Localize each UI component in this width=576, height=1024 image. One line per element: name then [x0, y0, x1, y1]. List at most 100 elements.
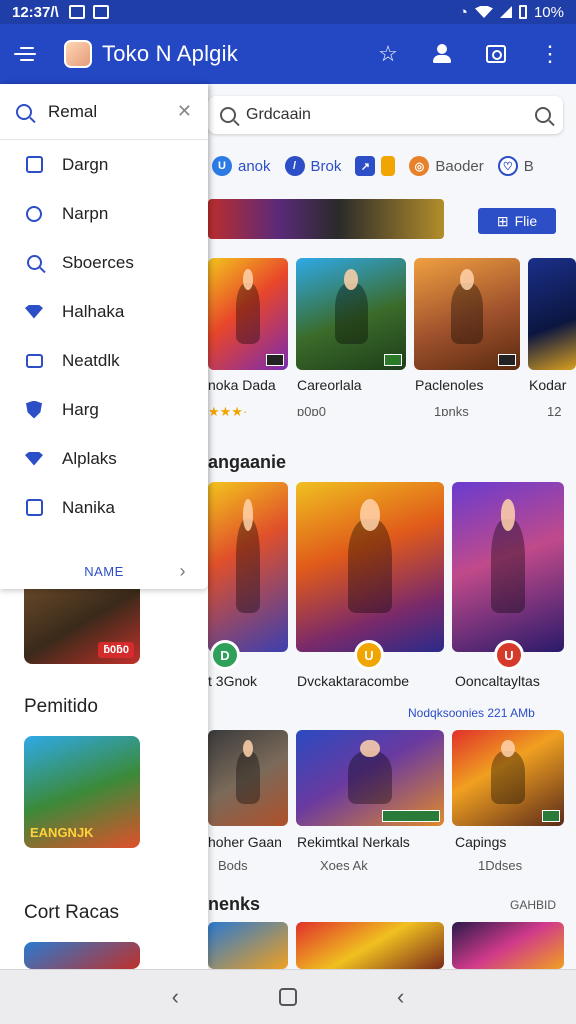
- camera-icon[interactable]: [484, 42, 508, 66]
- drawer-item-label: Sboerces: [62, 252, 134, 272]
- more-options-icon[interactable]: ⋮: [538, 41, 562, 66]
- drawer-item[interactable]: Harg: [0, 385, 208, 434]
- square-icon: [24, 498, 44, 518]
- game-tile[interactable]: [296, 922, 444, 969]
- chip-icon: /: [284, 156, 305, 176]
- game-tile[interactable]: [452, 730, 564, 826]
- shield-icon: [24, 400, 44, 420]
- status-time: 12:37/\: [12, 3, 59, 21]
- gem-icon: [24, 449, 44, 469]
- drawer-section-title: Cort Racas: [24, 902, 120, 923]
- app-title: Toko N Aplgik: [102, 41, 238, 66]
- game-tile[interactable]: [208, 730, 288, 826]
- game-tile[interactable]: [208, 482, 288, 652]
- drawer-game-tile[interactable]: ƃ0ƃ0: [24, 582, 140, 664]
- game-title[interactable]: Rekimtkal Nerkals: [297, 834, 410, 850]
- filter-label: Flie: [514, 213, 538, 229]
- game-title[interactable]: Ooncaltayltas: [455, 673, 540, 689]
- drawer-tile-caption: EANGNJK: [30, 825, 94, 840]
- drawer-item[interactable]: Neatdlk: [0, 336, 208, 385]
- section-title: nenks: [208, 894, 261, 914]
- signal-icon: [499, 6, 512, 18]
- square-icon: [24, 155, 44, 175]
- drawer-item-label: Nanika: [62, 497, 115, 517]
- drawer-item-label: Narpn: [62, 203, 109, 223]
- chip-icon: ◎: [409, 156, 430, 176]
- game-tile[interactable]: [452, 922, 564, 969]
- promo-banner[interactable]: [208, 199, 444, 239]
- back-button[interactable]: ‹: [172, 984, 179, 1010]
- filter-button[interactable]: ⊞ Flie: [478, 208, 556, 234]
- game-tile[interactable]: [208, 258, 288, 370]
- rating-stars: ★★★·: [208, 404, 248, 419]
- search-bar[interactable]: Grdcaain: [208, 96, 563, 134]
- drawer-game-tile[interactable]: [24, 942, 140, 969]
- search-icon: [220, 107, 236, 123]
- game-tile[interactable]: [296, 482, 444, 652]
- search-icon: [24, 253, 44, 273]
- drawer-item[interactable]: Halhaka: [0, 287, 208, 336]
- home-button[interactable]: [279, 988, 297, 1006]
- chip[interactable]: / Brok: [284, 156, 341, 176]
- drawer-item[interactable]: Nanika: [0, 483, 208, 532]
- see-more-link[interactable]: Nodqksoonies 221 AMb: [408, 706, 535, 720]
- game-title[interactable]: Paclenoles: [415, 377, 484, 393]
- category-chips: Uanok / Brok ↗ ◎ Baoder ♡ B: [212, 156, 534, 176]
- game-title[interactable]: noka Dada: [208, 377, 276, 393]
- star-icon[interactable]: ☆: [376, 41, 400, 66]
- chip-icon: ↗: [355, 156, 376, 176]
- game-title[interactable]: hoher Gaan: [208, 834, 282, 850]
- drawer-item[interactable]: Narpn: [0, 189, 208, 238]
- recents-button[interactable]: ‹: [397, 984, 404, 1010]
- drawer-footer-label: NAME: [84, 564, 124, 579]
- account-icon[interactable]: [430, 42, 454, 66]
- search-input[interactable]: Grdcaain: [246, 106, 311, 124]
- alarm-icon: ◔: [458, 3, 468, 21]
- drawer-item-label: Harg: [62, 399, 99, 419]
- install-icon[interactable]: D: [210, 640, 240, 670]
- search-submit-icon[interactable]: [535, 107, 551, 123]
- game-tile[interactable]: [208, 922, 288, 969]
- game-title[interactable]: Careorlala: [297, 377, 362, 393]
- drawer-item[interactable]: Dargn: [0, 140, 208, 189]
- close-icon[interactable]: ✕: [177, 101, 192, 122]
- game-title[interactable]: Dvckaktaracombe: [297, 673, 409, 689]
- game-title[interactable]: t 3Gnok: [208, 673, 257, 689]
- game-tile[interactable]: [296, 730, 444, 826]
- game-title[interactable]: Capings: [455, 834, 506, 850]
- drawer-tile-badge: ƃ0ƃ0: [98, 642, 134, 658]
- chip[interactable]: ♡ B: [497, 156, 534, 176]
- drawer-item-label: Neatdlk: [62, 350, 120, 370]
- game-tile[interactable]: [296, 258, 406, 370]
- game-meta: 1Ddses: [478, 858, 523, 873]
- menu-back-icon[interactable]: [14, 46, 36, 62]
- drawer-footer[interactable]: NAME ›: [0, 561, 208, 581]
- install-icon[interactable]: U: [494, 640, 524, 670]
- notification-icon: [68, 5, 85, 19]
- chevron-right-icon: ›: [179, 561, 186, 581]
- chip[interactable]: ◎ Baoder: [409, 156, 484, 176]
- battery-level: 10%: [533, 3, 564, 21]
- chip-icon: ♡: [497, 156, 518, 176]
- chip[interactable]: Uanok: [212, 156, 271, 176]
- see-all-link[interactable]: GAHBID: [510, 898, 556, 912]
- game-title[interactable]: Kodar: [529, 377, 566, 393]
- chip-label: Baoder: [435, 157, 484, 175]
- mail-icon: [92, 5, 109, 19]
- install-icon[interactable]: U: [354, 640, 384, 670]
- drawer-item[interactable]: Alplaks: [0, 434, 208, 483]
- game-meta: Xoes Ak: [320, 858, 368, 873]
- gem-icon: [24, 302, 44, 322]
- game-tile[interactable]: [452, 482, 564, 652]
- drawer-game-tile[interactable]: EANGNJK: [24, 736, 140, 848]
- drawer-item[interactable]: Sboerces: [0, 238, 208, 287]
- app-logo: [64, 40, 92, 68]
- status-bar: 12:37/\ ◔ 10%: [0, 0, 576, 24]
- drawer-search[interactable]: Remal ✕: [0, 84, 208, 140]
- chip[interactable]: ↗: [355, 156, 396, 176]
- game-tile[interactable]: [414, 258, 520, 370]
- search-icon: [16, 103, 32, 120]
- game-tile[interactable]: [528, 258, 576, 370]
- screen: 12:37/\ ◔ 10% Toko N Aplgik ☆ ⋮ Grdcaain…: [0, 0, 576, 1024]
- chip-label: anok: [238, 157, 271, 175]
